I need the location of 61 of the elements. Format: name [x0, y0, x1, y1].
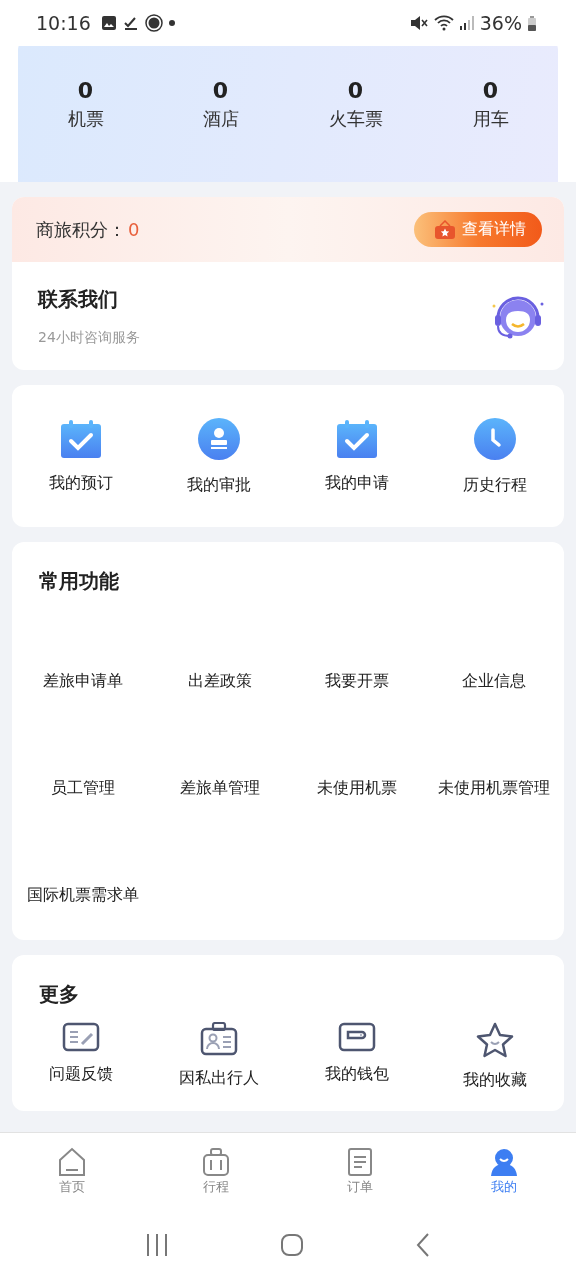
mute-icon — [409, 15, 428, 31]
clock-icon — [473, 416, 517, 461]
quick-link[interactable]: 我的预订 — [12, 418, 150, 494]
stat-count[interactable]: 0 — [212, 78, 229, 103]
edit-note-icon — [62, 1022, 100, 1052]
signal-icon — [459, 16, 474, 30]
calendar-check-icon — [335, 418, 379, 459]
stat-count[interactable]: 0 — [77, 78, 94, 103]
wifi-icon — [433, 15, 454, 31]
more-link[interactable]: 因私出行人 — [150, 1022, 288, 1091]
function-link[interactable]: 差旅单管理 — [179, 778, 260, 799]
stat-count[interactable]: 0 — [347, 78, 364, 103]
function-link[interactable]: 企业信息 — [461, 671, 526, 692]
star-icon — [476, 1022, 514, 1058]
back-icon[interactable] — [414, 1232, 431, 1258]
contact-title[interactable]: 联系我们 — [38, 285, 490, 313]
function-link[interactable]: 出差政策 — [187, 671, 252, 692]
function-link[interactable]: 国际机票需求单 — [26, 885, 139, 906]
tab[interactable]: 我的 — [432, 1133, 576, 1210]
stat-label[interactable]: 酒店 — [202, 107, 239, 131]
quick-link[interactable]: 我的审批 — [150, 416, 288, 496]
contact-subtitle: 24小时咨询服务 — [38, 328, 141, 347]
points-label: 商旅积分： — [36, 217, 126, 242]
wallet-icon — [338, 1022, 376, 1052]
document-icon — [345, 1147, 375, 1177]
status-time: 10:16 — [36, 12, 91, 34]
battery-level: 36% — [479, 12, 522, 34]
section-title: 更多 — [39, 981, 79, 1008]
more-link[interactable]: 问题反馈 — [12, 1022, 150, 1091]
stamp-icon — [197, 416, 241, 461]
quick-link[interactable]: 历史行程 — [426, 416, 564, 496]
battery-icon — [528, 15, 536, 31]
stat-label[interactable]: 火车票 — [328, 107, 383, 131]
quick-link[interactable]: 我的申请 — [288, 418, 426, 494]
circle-icon — [144, 14, 163, 32]
function-link[interactable]: 员工管理 — [50, 778, 115, 799]
home-button-icon[interactable] — [280, 1233, 304, 1257]
calendar-check-icon — [59, 418, 103, 459]
luggage-icon — [201, 1147, 231, 1177]
function-link[interactable]: 未使用机票管理 — [437, 778, 550, 799]
section-title: 常用功能 — [39, 568, 119, 595]
person-icon — [489, 1147, 519, 1177]
tab[interactable]: 行程 — [144, 1133, 288, 1210]
more-link[interactable]: 我的钱包 — [288, 1022, 426, 1091]
home-icon — [57, 1147, 87, 1177]
tab[interactable]: 订单 — [288, 1133, 432, 1210]
recent-apps-icon[interactable] — [145, 1233, 170, 1257]
function-link[interactable]: 我要开票 — [324, 671, 389, 692]
stat-count[interactable]: 0 — [482, 78, 499, 103]
more-link[interactable]: 我的收藏 — [426, 1022, 564, 1091]
image-icon — [100, 15, 117, 31]
function-link[interactable]: 未使用机票 — [316, 778, 397, 799]
function-link[interactable]: 差旅申请单 — [42, 671, 123, 692]
dot-icon — [168, 20, 175, 26]
tab[interactable]: 首页 — [0, 1133, 144, 1210]
basket-icon — [434, 219, 456, 240]
points-value: 0 — [128, 219, 140, 240]
stat-label[interactable]: 机票 — [67, 107, 104, 131]
id-card-icon — [200, 1022, 238, 1056]
stat-label[interactable]: 用车 — [472, 107, 509, 131]
check-icon — [122, 15, 139, 31]
